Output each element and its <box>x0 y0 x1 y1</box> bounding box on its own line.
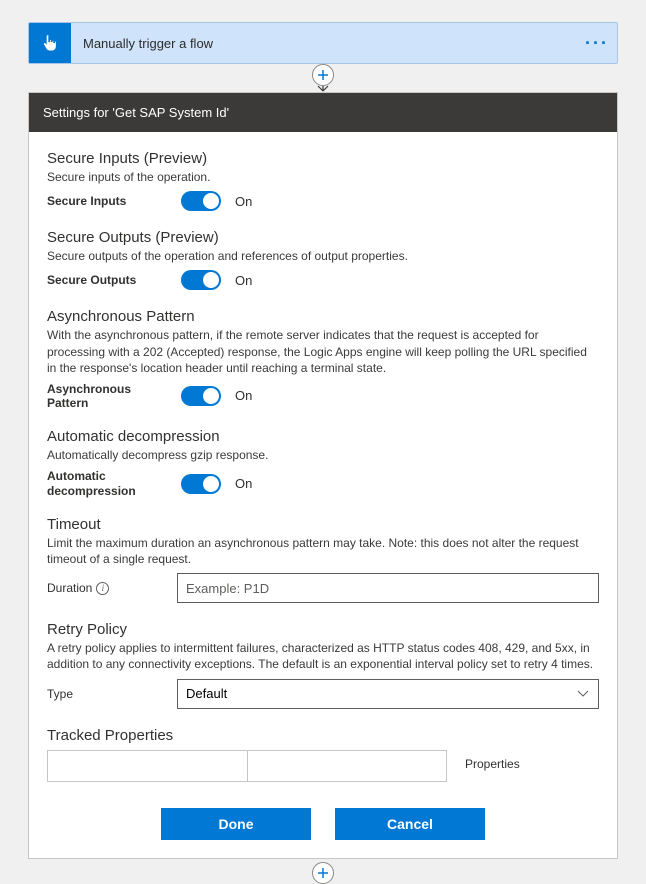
auto-decompress-toggle[interactable] <box>181 474 221 494</box>
tracked-properties-table <box>47 750 447 782</box>
section-timeout: Timeout Limit the maximum duration an as… <box>47 516 599 603</box>
tracked-properties-value-cell[interactable] <box>248 751 447 781</box>
section-tracked-properties: Tracked Properties Properties <box>47 727 599 782</box>
secure-inputs-title: Secure Inputs (Preview) <box>47 150 599 167</box>
auto-decompress-title: Automatic decompression <box>47 428 599 445</box>
tracked-properties-key-cell[interactable] <box>48 751 248 781</box>
manual-trigger-icon <box>29 22 71 64</box>
retry-policy-type-select[interactable]: Default <box>177 679 599 709</box>
trigger-menu-button[interactable]: ··· <box>577 33 617 54</box>
timeout-desc: Limit the maximum duration an asynchrono… <box>47 535 599 567</box>
retry-policy-type-label: Type <box>47 687 167 701</box>
add-step-button[interactable] <box>312 64 334 86</box>
secure-inputs-toggle[interactable] <box>181 191 221 211</box>
async-pattern-title: Asynchronous Pattern <box>47 308 599 325</box>
properties-label: Properties <box>465 757 520 771</box>
secure-outputs-title: Secure Outputs (Preview) <box>47 229 599 246</box>
add-step-button-bottom[interactable] <box>312 862 334 884</box>
done-button[interactable]: Done <box>161 808 311 840</box>
settings-panel: Settings for 'Get SAP System Id' Secure … <box>28 92 618 859</box>
async-pattern-state: On <box>235 388 252 403</box>
auto-decompress-desc: Automatically decompress gzip response. <box>47 447 599 463</box>
retry-policy-title: Retry Policy <box>47 621 599 638</box>
section-secure-outputs: Secure Outputs (Preview) Secure outputs … <box>47 229 599 290</box>
auto-decompress-label: Automatic decompression <box>47 469 167 498</box>
secure-outputs-label: Secure Outputs <box>47 273 167 287</box>
secure-inputs-state: On <box>235 194 252 209</box>
timeout-title: Timeout <box>47 516 599 533</box>
retry-policy-desc: A retry policy applies to intermittent f… <box>47 640 599 672</box>
tracked-properties-title: Tracked Properties <box>47 727 599 744</box>
timeout-duration-label: Duration i <box>47 581 167 595</box>
auto-decompress-state: On <box>235 476 252 491</box>
connector-top <box>28 64 618 92</box>
secure-outputs-toggle[interactable] <box>181 270 221 290</box>
async-pattern-desc: With the asynchronous pattern, if the re… <box>47 327 599 376</box>
secure-inputs-label: Secure Inputs <box>47 194 167 208</box>
info-icon[interactable]: i <box>96 582 109 595</box>
section-async-pattern: Asynchronous Pattern With the asynchrono… <box>47 308 599 410</box>
trigger-card[interactable]: Manually trigger a flow ··· <box>28 22 618 64</box>
secure-inputs-desc: Secure inputs of the operation. <box>47 169 599 185</box>
settings-footer: Done Cancel <box>47 808 599 840</box>
secure-outputs-desc: Secure outputs of the operation and refe… <box>47 248 599 264</box>
connector-bottom <box>28 858 618 884</box>
async-pattern-label: Asynchronous Pattern <box>47 382 167 410</box>
section-retry-policy: Retry Policy A retry policy applies to i… <box>47 621 599 708</box>
settings-header: Settings for 'Get SAP System Id' <box>29 93 617 132</box>
async-pattern-toggle[interactable] <box>181 386 221 406</box>
section-secure-inputs: Secure Inputs (Preview) Secure inputs of… <box>47 150 599 211</box>
secure-outputs-state: On <box>235 273 252 288</box>
timeout-duration-input[interactable] <box>177 573 599 603</box>
section-auto-decompress: Automatic decompression Automatically de… <box>47 428 599 498</box>
cancel-button[interactable]: Cancel <box>335 808 485 840</box>
trigger-title: Manually trigger a flow <box>71 36 577 51</box>
